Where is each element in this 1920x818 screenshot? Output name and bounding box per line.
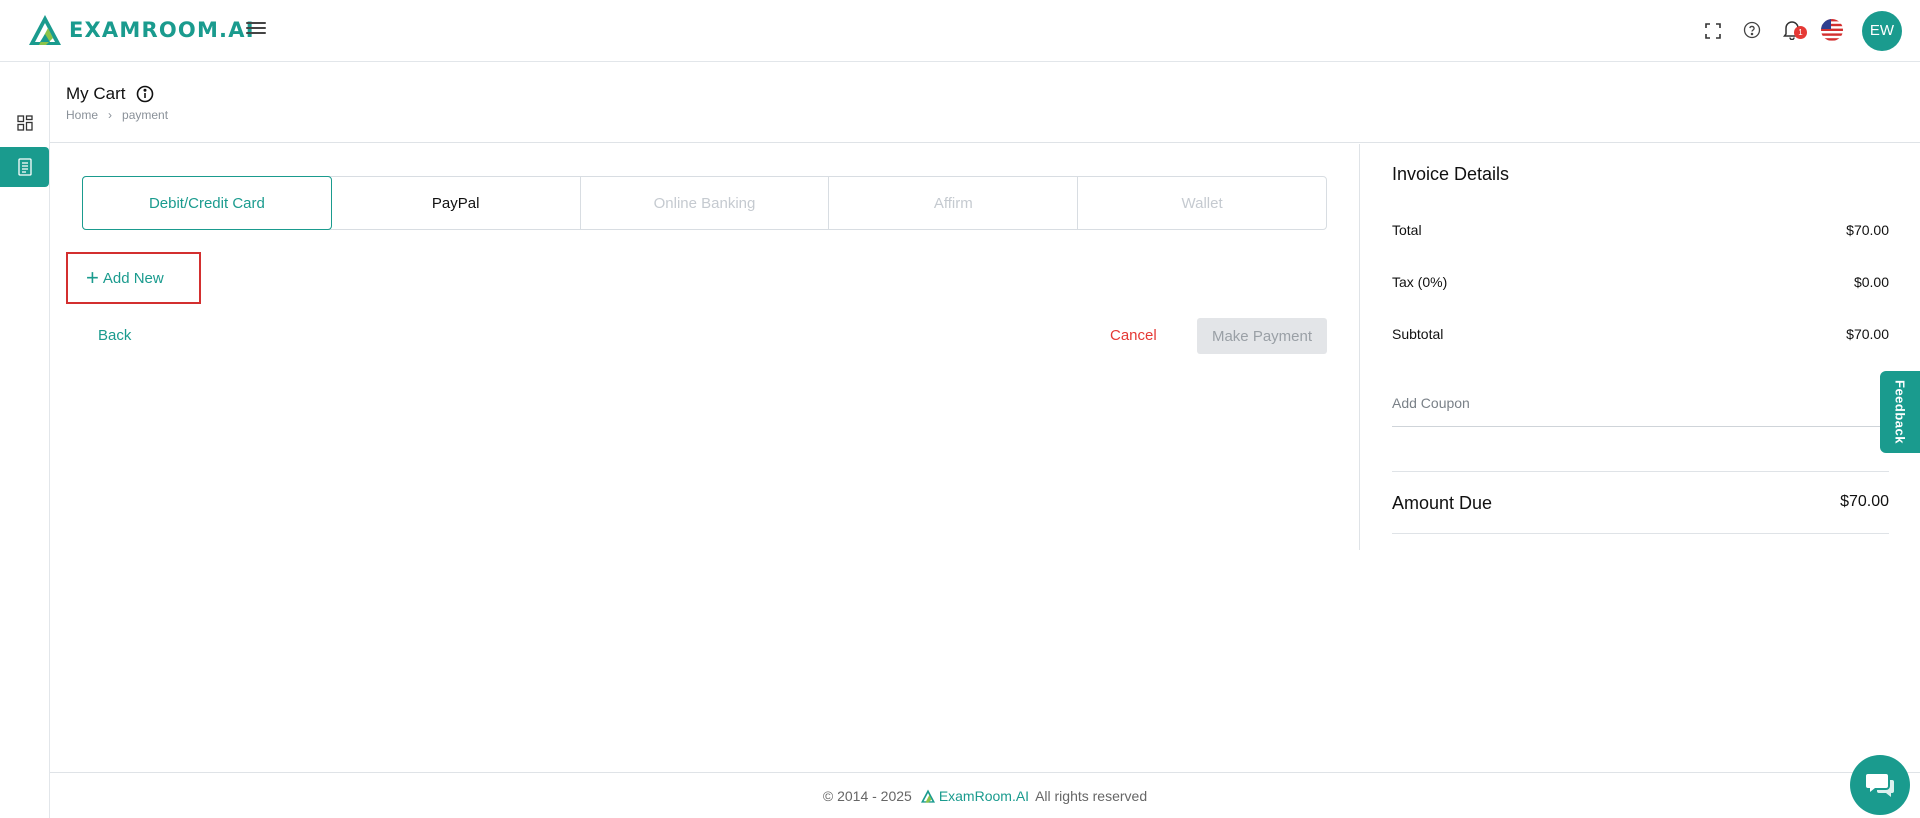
invoice-row-total: Total $70.00 <box>1392 222 1889 238</box>
tab-wallet: Wallet <box>1181 194 1223 212</box>
sidebar-item-dashboard[interactable] <box>0 103 49 143</box>
footer-rights: All rights reserved <box>1035 787 1148 804</box>
page-header: My Cart Home › payment <box>50 62 1920 143</box>
add-new-card-button[interactable]: + Add New <box>66 252 201 304</box>
add-coupon-input[interactable]: Add Coupon <box>1392 395 1889 427</box>
examroom-logo-icon <box>29 15 61 45</box>
invoice-row-label: Subtotal <box>1392 326 1444 342</box>
back-button[interactable]: Back <box>98 327 131 344</box>
tab-debit-credit-card[interactable]: Debit/Credit Card <box>82 176 332 230</box>
amount-due-row: Amount Due $70.00 <box>1392 493 1889 514</box>
invoice-row-value: $70.00 <box>1846 222 1889 238</box>
hamburger-menu-icon[interactable] <box>246 19 266 39</box>
examroom-logo[interactable]: EXAMROOM.AI <box>28 14 255 46</box>
feedback-label: Feedback <box>1892 380 1908 444</box>
invoice-row-value: $0.00 <box>1853 274 1889 290</box>
invoice-divider <box>1392 471 1889 472</box>
dashboard-grid-icon <box>16 115 33 131</box>
notification-badge: 1 <box>1794 26 1807 39</box>
info-icon[interactable] <box>136 85 154 103</box>
invoice-row-label: Total <box>1392 222 1422 238</box>
user-avatar[interactable]: EW <box>1862 11 1902 51</box>
payment-method-tabs: Debit/Credit Card PayPal Online Banking … <box>82 176 1327 230</box>
add-new-label: Add New <box>102 269 164 287</box>
sidebar <box>0 62 50 818</box>
feedback-tab[interactable]: Feedback <box>1880 371 1920 453</box>
us-flag-icon[interactable] <box>1820 18 1844 42</box>
footer: © 2014 - 2025 ExamRoom.AI All rights res… <box>50 772 1920 818</box>
invoice-divider-bottom <box>1392 533 1889 534</box>
chat-icon <box>1866 774 1894 797</box>
sidebar-item-cart[interactable] <box>0 147 49 187</box>
chevron-right-icon: › <box>108 108 113 122</box>
amount-due-label: Amount Due <box>1392 493 1493 513</box>
cancel-button[interactable]: Cancel <box>1110 327 1157 344</box>
footer-brand-text: ExamRoom.AI <box>938 787 1030 804</box>
make-payment-button[interactable]: Make Payment <box>1197 318 1327 354</box>
plus-icon: + <box>86 265 99 290</box>
invoice-row-tax: Tax (0%) $0.00 <box>1392 274 1889 290</box>
breadcrumb-current: payment <box>122 108 169 122</box>
footer-brand[interactable]: ExamRoom.AI <box>916 788 1029 804</box>
examroom-logo-small-icon <box>920 788 935 803</box>
top-bar: EXAMROOM.AI 1 EW <box>0 0 1920 62</box>
page-title: My Cart <box>66 84 154 104</box>
invoice-row-value: $70.00 <box>1846 326 1889 342</box>
footer-copyright: © 2014 - 2025 <box>822 787 912 804</box>
breadcrumb: Home › payment <box>66 108 168 122</box>
bell-icon[interactable]: 1 <box>1780 18 1807 42</box>
breadcrumb-home[interactable]: Home <box>66 108 98 122</box>
invoice-row-label: Tax (0%) <box>1392 274 1448 290</box>
logo-text: EXAMROOM.AI <box>69 18 255 42</box>
invoice-row-subtotal: Subtotal $70.00 <box>1392 326 1889 342</box>
document-list-icon <box>17 158 32 176</box>
tab-online-banking: Online Banking <box>581 177 830 229</box>
chat-support-button[interactable] <box>1850 755 1910 815</box>
coupon-placeholder: Add Coupon <box>1392 395 1470 411</box>
vertical-divider <box>1359 144 1360 550</box>
tab-paypal[interactable]: PayPal <box>332 177 581 229</box>
help-icon[interactable] <box>1740 18 1764 42</box>
tab-affirm: Affirm <box>829 177 1079 229</box>
page-title-text: My Cart <box>66 84 126 103</box>
fullscreen-icon[interactable] <box>1701 19 1725 43</box>
invoice-title: Invoice Details <box>1392 164 1510 184</box>
amount-due-value: $70.00 <box>1840 493 1889 510</box>
